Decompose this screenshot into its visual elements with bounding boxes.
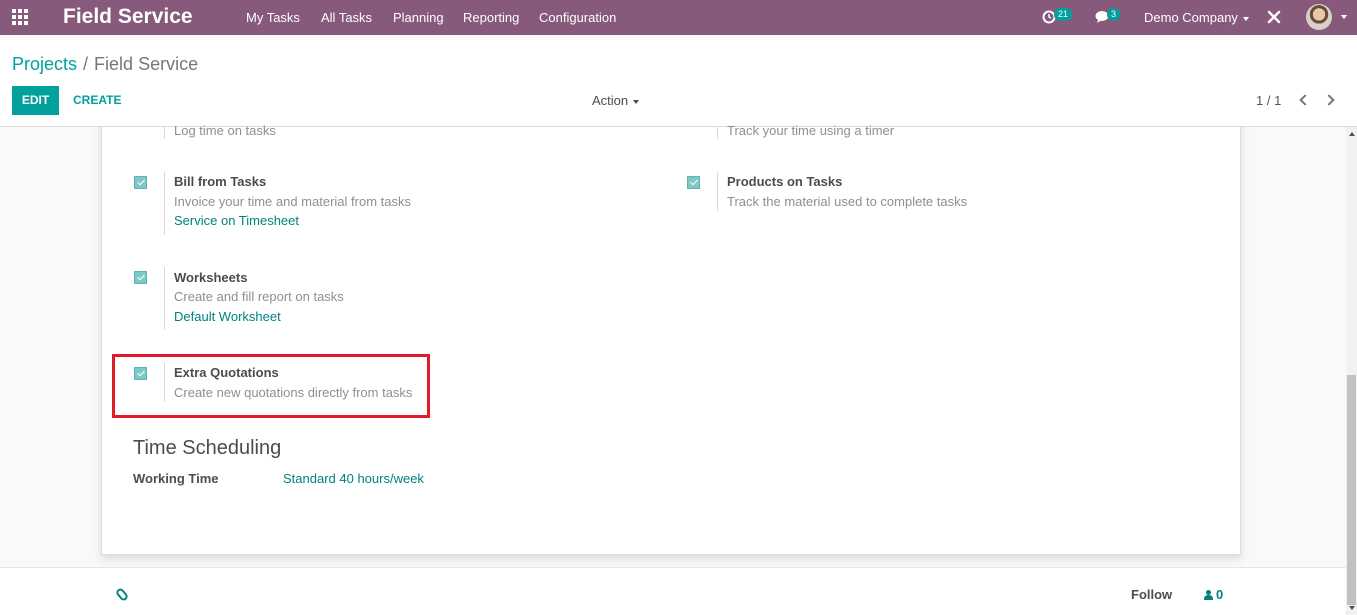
- working-time-link[interactable]: Standard 40 hours/week: [283, 471, 424, 486]
- paperclip-icon[interactable]: [114, 586, 130, 603]
- user-icon: [1204, 590, 1213, 600]
- worksheets-title: Worksheets: [174, 270, 248, 285]
- scroll-thumb[interactable]: [1347, 375, 1356, 605]
- worksheets-checkbox[interactable]: [134, 271, 147, 284]
- setting-divider: [717, 127, 718, 139]
- control-panel: Projects / Field Service EDIT CREATE Actio…: [0, 40, 1357, 127]
- chevron-down-icon: [633, 99, 640, 104]
- setting-divider: [164, 363, 165, 402]
- form-sheet: [101, 127, 1241, 555]
- extra-quotations-checkbox[interactable]: [134, 367, 147, 380]
- edit-button[interactable]: EDIT: [12, 86, 59, 115]
- top-navbar: Field Service My Tasks All Tasks Plannin…: [0, 0, 1357, 35]
- company-name: Demo Company: [1144, 10, 1238, 25]
- apps-grid-icon[interactable]: [12, 9, 30, 25]
- products-tasks-desc: Track the material used to complete task…: [727, 194, 968, 209]
- activity-count-badge: 21: [1054, 8, 1073, 21]
- service-on-timesheet-link[interactable]: Service on Timesheet: [174, 213, 299, 228]
- bill-tasks-desc: Invoice your time and material from task…: [174, 194, 411, 209]
- scrollbar[interactable]: [1346, 127, 1357, 615]
- products-tasks-checkbox[interactable]: [687, 176, 700, 189]
- pager-next-button[interactable]: [1323, 92, 1338, 108]
- scroll-down-arrow-icon[interactable]: [1349, 606, 1355, 610]
- app-brand[interactable]: Field Service: [63, 5, 193, 29]
- bill-tasks-checkbox[interactable]: [134, 176, 147, 189]
- pager-value[interactable]: 1 / 1: [1256, 93, 1281, 108]
- setting-divider: [717, 172, 718, 211]
- extra-quotations-desc: Create new quotations directly from task…: [174, 385, 413, 400]
- setting-divider: [164, 127, 165, 139]
- setting-divider: [164, 172, 165, 235]
- time-scheduling-heading: Time Scheduling: [133, 437, 282, 459]
- followers-button[interactable]: 0: [1204, 587, 1223, 602]
- chevron-down-icon: [1242, 16, 1249, 21]
- menu-all-tasks[interactable]: All Tasks: [321, 10, 372, 25]
- menu-reporting[interactable]: Reporting: [463, 10, 519, 25]
- follow-button[interactable]: Follow: [1131, 587, 1172, 602]
- menu-my-tasks[interactable]: My Tasks: [246, 10, 300, 25]
- activity-button[interactable]: 21: [1040, 0, 1080, 35]
- action-dropdown[interactable]: Action: [592, 93, 640, 108]
- worksheets-desc: Create and fill report on tasks: [174, 289, 344, 304]
- chatter-bar: Follow 0: [0, 567, 1346, 615]
- create-button[interactable]: CREATE: [73, 86, 121, 115]
- breadcrumb-projects[interactable]: Projects: [12, 54, 77, 74]
- avatar[interactable]: [1306, 4, 1332, 30]
- breadcrumb-separator: /: [83, 54, 89, 74]
- bill-tasks-title: Bill from Tasks: [174, 174, 267, 189]
- chevron-right-icon: [1323, 94, 1335, 106]
- menu-configuration[interactable]: Configuration: [539, 10, 616, 25]
- company-switcher[interactable]: Demo Company: [1144, 10, 1249, 25]
- chevron-left-icon: [1299, 94, 1311, 106]
- messages-button[interactable]: 3: [1094, 0, 1130, 35]
- setting-divider: [164, 267, 165, 330]
- user-menu-chevron-icon[interactable]: [1341, 15, 1347, 19]
- log-time-desc: Log time on tasks: [174, 123, 276, 138]
- default-worksheet-link[interactable]: Default Worksheet: [174, 309, 281, 324]
- pager-previous-button[interactable]: [1297, 92, 1311, 108]
- messages-count-badge: 3: [1107, 8, 1121, 21]
- followers-count: 0: [1216, 587, 1224, 602]
- breadcrumb: Projects / Field Service: [12, 54, 198, 75]
- products-tasks-title: Products on Tasks: [727, 174, 843, 189]
- breadcrumb-current: Field Service: [94, 54, 199, 74]
- timer-desc: Track your time using a timer: [727, 123, 895, 138]
- scroll-up-arrow-icon[interactable]: [1349, 132, 1355, 136]
- menu-planning[interactable]: Planning: [393, 10, 444, 25]
- working-time-label: Working Time: [133, 471, 219, 486]
- debug-tools-icon[interactable]: [1267, 10, 1281, 24]
- extra-quotations-title: Extra Quotations: [174, 365, 279, 380]
- form-content: [0, 127, 1346, 567]
- action-label: Action: [592, 93, 629, 108]
